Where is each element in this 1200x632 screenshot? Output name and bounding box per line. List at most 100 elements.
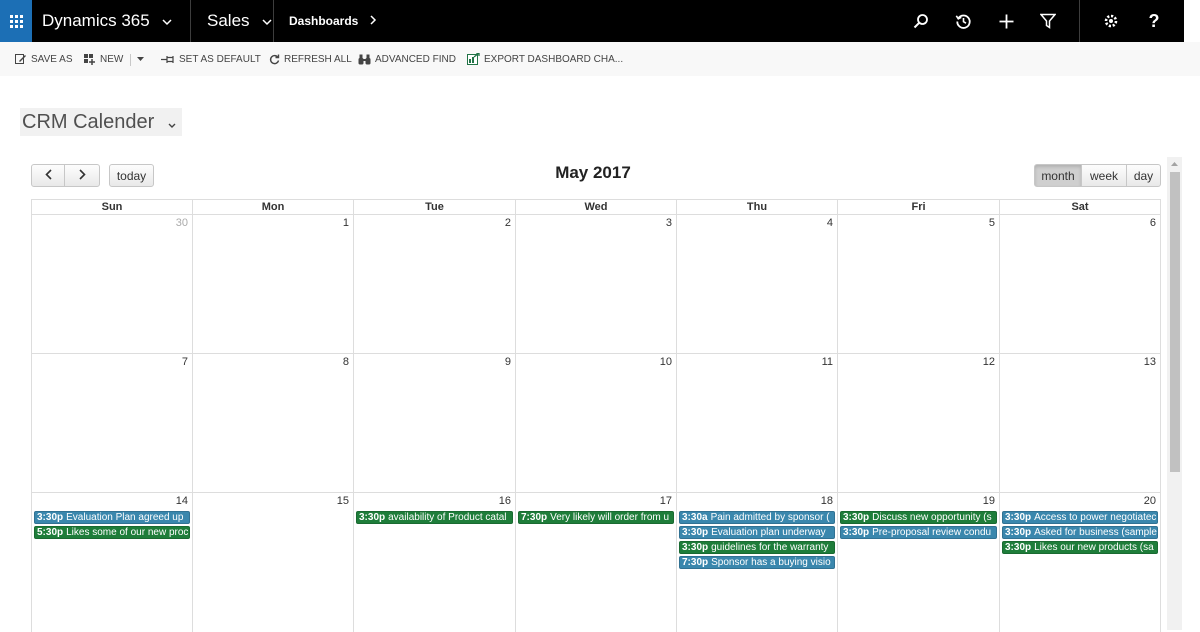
scroll-up-arrow-icon[interactable]: [1167, 157, 1182, 171]
day-cell[interactable]: 20 3:30p Access to power negotiatec 3:30p As…: [999, 492, 1161, 632]
excel-export-icon: [467, 53, 480, 65]
day-cell[interactable]: 17 7:30p Very likely will order from u: [515, 492, 676, 632]
search-icon[interactable]: [900, 0, 942, 42]
calendar-event[interactable]: 3:30p Evaluation plan underway: [679, 526, 835, 539]
day-cell[interactable]: 11: [676, 353, 837, 492]
day-number[interactable]: 11: [822, 356, 833, 368]
day-cell[interactable]: 15: [192, 492, 353, 632]
day-number[interactable]: 7: [182, 356, 188, 368]
save-as-button[interactable]: SAVE AS: [15, 52, 73, 66]
app-switcher[interactable]: Dynamics 365: [42, 0, 172, 42]
caret-down-icon: [137, 56, 144, 61]
day-cell[interactable]: 4: [676, 214, 837, 353]
nav-user-area[interactable]: [1184, 0, 1200, 42]
day-cell[interactable]: 1: [192, 214, 353, 353]
day-number[interactable]: 4: [827, 217, 833, 229]
day-number[interactable]: 12: [983, 356, 995, 368]
next-month-button[interactable]: [64, 164, 100, 187]
day-cell[interactable]: 3: [515, 214, 676, 353]
day-cell[interactable]: 5: [837, 214, 999, 353]
day-number[interactable]: 14: [176, 495, 188, 507]
calendar-event[interactable]: 5:30p Likes some of our new proc: [34, 526, 190, 539]
calendar-event[interactable]: 7:30p Sponsor has a buying visio: [679, 556, 835, 569]
day-cell[interactable]: 16 3:30p availability of Product catal: [353, 492, 515, 632]
history-icon[interactable]: [942, 0, 984, 42]
day-cell[interactable]: 30: [31, 214, 192, 353]
day-number[interactable]: 10: [660, 356, 672, 368]
advanced-find-button[interactable]: ADVANCED FIND: [358, 52, 456, 66]
event-title: Sponsor has a buying visio: [711, 557, 831, 568]
export-dashboard-button[interactable]: EXPORT DASHBOARD CHA...: [467, 52, 623, 66]
day-cell[interactable]: 13: [999, 353, 1161, 492]
calendar-event[interactable]: 3:30p guidelines for the warranty: [679, 541, 835, 554]
day-cell[interactable]: 14 3:30p Evaluation Plan agreed up 5:30p Lik…: [31, 492, 192, 632]
event-title: Evaluation plan underway: [711, 527, 826, 538]
day-number[interactable]: 17: [660, 495, 672, 507]
calendar-event[interactable]: 3:30p availability of Product catal: [356, 511, 513, 524]
prev-month-button[interactable]: [31, 164, 65, 187]
day-number[interactable]: 1: [343, 217, 349, 229]
day-view-button[interactable]: day: [1126, 164, 1161, 187]
refresh-all-button[interactable]: REFRESH ALL: [269, 52, 352, 66]
event-title: availability of Product catal: [388, 512, 507, 523]
day-cell[interactable]: 7: [31, 353, 192, 492]
day-cell[interactable]: 19 3:30p Discuss new opportunity (s 3:30p Pr…: [837, 492, 999, 632]
day-number[interactable]: 30: [176, 217, 188, 229]
day-cell[interactable]: 8: [192, 353, 353, 492]
dashboard-selector[interactable]: CRM Calender: [20, 108, 182, 136]
section-name: Dashboards: [289, 14, 359, 28]
day-cell[interactable]: 9: [353, 353, 515, 492]
help-icon[interactable]: ?: [1133, 0, 1175, 42]
day-number[interactable]: 2: [505, 217, 511, 229]
area-switcher[interactable]: Sales: [207, 0, 272, 42]
day-of-week-label: Thu: [676, 199, 837, 214]
calendar-event[interactable]: 3:30p Evaluation Plan agreed up: [34, 511, 190, 524]
day-number[interactable]: 3: [666, 217, 672, 229]
event-time: 7:30p: [521, 512, 548, 523]
calendar-title: May 2017: [555, 163, 631, 182]
gear-icon[interactable]: [1090, 0, 1132, 42]
top-nav-bar: Dynamics 365 Sales Dashboards ?: [0, 0, 1200, 42]
day-number[interactable]: 16: [499, 495, 511, 507]
event-title: Evaluation Plan agreed up: [66, 512, 184, 523]
calendar-event[interactable]: 3:30p Pre-proposal review condu: [840, 526, 997, 539]
day-number[interactable]: 15: [337, 495, 349, 507]
day-of-week-label: Fri: [837, 199, 999, 214]
today-button[interactable]: today: [109, 164, 154, 187]
new-dropdown-button[interactable]: [137, 52, 148, 66]
day-cell[interactable]: 18 3:30a Pain admitted by sponsor ( 3:30p Ev…: [676, 492, 837, 632]
day-number[interactable]: 6: [1150, 217, 1156, 229]
day-cell[interactable]: 10: [515, 353, 676, 492]
day-number[interactable]: 8: [343, 356, 349, 368]
week-view-button[interactable]: week: [1081, 164, 1127, 187]
day-cell[interactable]: 2: [353, 214, 515, 353]
calendar-event[interactable]: 7:30p Very likely will order from u: [518, 511, 674, 524]
calendar-event[interactable]: 3:30a Pain admitted by sponsor (: [679, 511, 835, 524]
day-number[interactable]: 20: [1144, 495, 1156, 507]
plus-icon[interactable]: [985, 0, 1027, 42]
day-number[interactable]: 18: [821, 495, 833, 507]
waffle-icon[interactable]: [0, 0, 32, 42]
chevron-right-icon: [370, 14, 377, 28]
day-number[interactable]: 13: [1144, 356, 1156, 368]
month-view-button[interactable]: month: [1034, 164, 1082, 187]
section-switcher[interactable]: Dashboards: [289, 0, 377, 42]
day-cell[interactable]: 12: [837, 353, 999, 492]
day-number[interactable]: 19: [983, 495, 995, 507]
event-time: 3:30p: [359, 512, 386, 523]
day-of-week-label: Mon: [192, 199, 353, 214]
refresh-icon: [269, 54, 280, 64]
calendar-event[interactable]: 3:30p Discuss new opportunity (s: [840, 511, 997, 524]
filter-icon[interactable]: [1027, 0, 1069, 42]
set-as-default-button[interactable]: SET AS DEFAULT: [161, 52, 261, 66]
day-number[interactable]: 5: [989, 217, 995, 229]
day-number[interactable]: 9: [505, 356, 511, 368]
day-cell[interactable]: 6: [999, 214, 1161, 353]
calendar-event[interactable]: 3:30p Access to power negotiatec: [1002, 511, 1158, 524]
event-title: Very likely will order from u: [550, 512, 670, 523]
event-title: Pre-proposal review condu: [872, 527, 992, 538]
calendar-event[interactable]: 3:30p Asked for business (sample: [1002, 526, 1158, 539]
scrollbar-thumb[interactable]: [1170, 172, 1180, 472]
calendar-event[interactable]: 3:30p Likes our new products (sa: [1002, 541, 1158, 554]
new-button[interactable]: NEW: [84, 52, 123, 66]
